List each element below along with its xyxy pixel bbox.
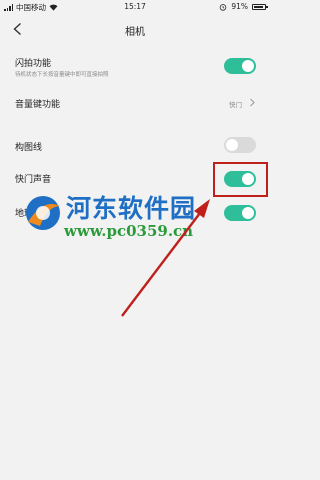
page-title: 相机: [125, 27, 145, 38]
flash-capture-description: 待机状态下长按音量键中即可直接拍照: [15, 72, 109, 78]
chevron-right-icon: [250, 98, 255, 107]
toggle-knob: [226, 139, 238, 151]
volume-key-label: 音量键功能: [15, 100, 61, 110]
setting-flash-capture[interactable]: 闪拍功能 待机状态下长按音量键中即可直接拍照: [0, 50, 270, 84]
battery-icon: [252, 3, 268, 10]
highlight-box: [213, 162, 268, 197]
setting-volume-key[interactable]: 音量键功能 快门: [0, 90, 270, 116]
alarm-icon: [220, 3, 227, 11]
battery-percent: 91%: [231, 2, 248, 11]
grid-lines-label: 构图线: [15, 143, 43, 153]
toggle-knob: [242, 60, 254, 72]
status-right: 91%: [219, 2, 268, 11]
flash-capture-toggle[interactable]: [224, 58, 256, 74]
watermark: 河东软件园 www.pc0359.cn: [20, 185, 250, 265]
volume-key-value: 快门: [229, 101, 242, 109]
setting-grid-lines[interactable]: 构图线: [0, 134, 270, 160]
nav-bar: 相机: [0, 14, 270, 44]
flash-capture-label: 闪拍功能: [15, 59, 52, 69]
watermark-url: www.pc0359.cn: [64, 222, 194, 240]
watermark-name: 河东软件园: [66, 194, 197, 223]
grid-lines-toggle[interactable]: [224, 137, 256, 153]
shutter-sound-label: 快门声音: [15, 175, 52, 185]
site-logo-icon: [26, 196, 60, 230]
status-bar: 中国移动 15:17 91%: [0, 0, 270, 14]
